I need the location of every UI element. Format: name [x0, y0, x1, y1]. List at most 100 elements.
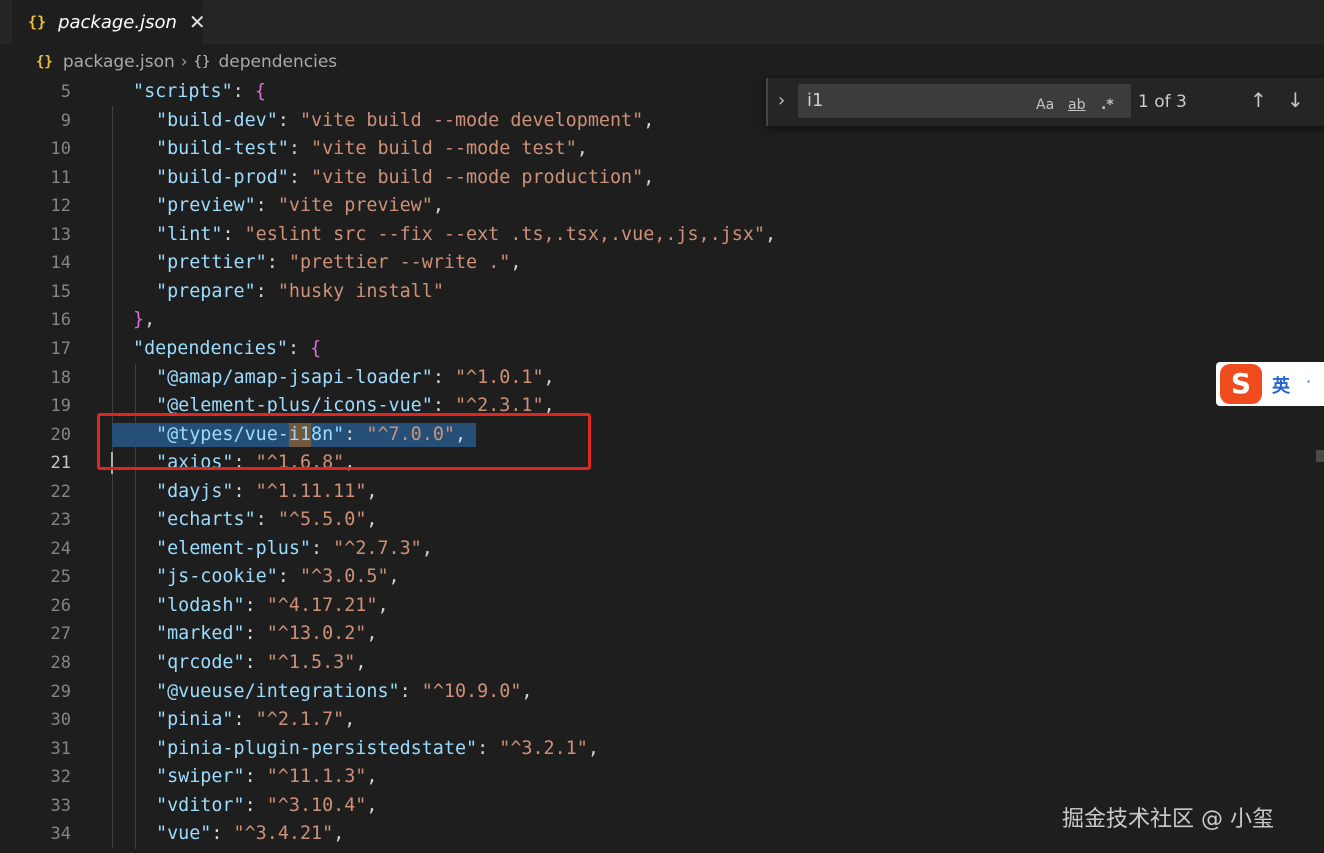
line-number: 21 [50, 453, 71, 474]
code-text: "prepare": "husky install" [156, 278, 444, 306]
watermark: 掘金技术社区 @ 小玺 [1062, 807, 1274, 832]
json-key: "js-cookie" [156, 566, 278, 588]
line-number: 12 [50, 196, 71, 217]
json-value: "^1.0.1" [454, 366, 544, 388]
json-file-icon: {} [36, 54, 53, 70]
punctuation: , [366, 623, 378, 645]
json-key: "vue" [156, 823, 212, 845]
json-value: "vite build --mode test" [311, 138, 577, 160]
line-number: 34 [50, 824, 71, 845]
code-line[interactable]: 22 "dayjs": "^1.11.11", [0, 478, 1324, 506]
json-key: "vditor" [156, 794, 245, 816]
line-number: 28 [50, 653, 71, 673]
close-icon[interactable]: ✕ [189, 10, 206, 34]
code-line[interactable]: 11 "build-prod": "vite build --mode produ… [0, 164, 1324, 192]
punctuation: , [355, 652, 367, 673]
punctuation: , [510, 252, 522, 274]
colon: : [255, 195, 278, 217]
colon: : [244, 652, 267, 673]
json-value: "eslint src --fix --ext .ts,.tsx,.vue,.j… [244, 223, 765, 245]
json-key: "scripts" [133, 81, 233, 102]
code-line[interactable]: 24 "element-plus": "^2.7.3", [0, 535, 1324, 563]
colon: : [244, 594, 267, 616]
breadcrumb-node[interactable]: dependencies [218, 52, 337, 72]
match-case-button[interactable]: Aa [1036, 97, 1054, 113]
next-match-icon[interactable]: ↓ [1287, 88, 1304, 112]
code-line[interactable]: 30 "pinia": "^2.1.7", [0, 706, 1324, 734]
code-line[interactable]: 12 "preview": "vite preview", [0, 192, 1324, 220]
code-line[interactable]: 32 "swiper": "^11.1.3", [0, 763, 1324, 791]
code-line[interactable]: 18 "@amap/amap-jsapi-loader": "^1.0.1", [0, 364, 1324, 392]
punctuation: , [377, 594, 389, 616]
json-key: "@amap/amap-jsapi-loader" [156, 366, 433, 388]
line-number: 13 [50, 224, 71, 245]
code-line[interactable]: 23 "echarts": "^5.5.0", [0, 506, 1324, 534]
code-editor[interactable]: 5 "scripts": {9 "build-dev": "vite build -… [0, 78, 1324, 853]
ime-language[interactable]: 英 [1272, 372, 1290, 398]
code-line[interactable]: 25 "js-cookie": "^3.0.5", [0, 563, 1324, 591]
json-key: "prettier" [156, 252, 267, 274]
colon: : [288, 138, 312, 160]
code-line[interactable]: 27 "marked": "^13.0.2", [0, 620, 1324, 648]
find-input[interactable]: i1 Aa ab .* [798, 84, 1131, 118]
json-key: "preview" [156, 195, 256, 217]
code-line[interactable]: 15 "prepare": "husky install" [0, 278, 1324, 306]
json-value: "husky install" [277, 280, 444, 302]
code-line[interactable]: 14 "prettier": "prettier --write .", [0, 249, 1324, 277]
punctuation: , [366, 794, 378, 816]
punctuation: , [643, 109, 655, 131]
code-line[interactable]: 29 "@vueuse/integrations": "^10.9.0", [0, 678, 1324, 706]
whole-word-button[interactable]: ab [1068, 97, 1085, 113]
colon: : [277, 566, 300, 588]
code-line[interactable]: 16}, [0, 306, 1324, 334]
line-number: 19 [50, 396, 71, 417]
code-text: "dayjs": "^1.11.11", [156, 478, 377, 506]
breadcrumb-file[interactable]: package.json [63, 52, 175, 72]
match-count: 1 of 3 [1138, 92, 1187, 112]
json-key: "marked" [156, 623, 245, 645]
colon: : [233, 709, 256, 731]
line-number: 10 [50, 139, 71, 160]
punctuation: , [643, 166, 655, 188]
code-text: "vditor": "^3.10.4", [156, 792, 377, 820]
toggle-replace-icon[interactable]: › [778, 90, 785, 111]
code-text: "vue": "^3.4.21", [156, 820, 344, 848]
line-number: 29 [50, 681, 71, 702]
code-text: "build-test": "vite build --mode test", [156, 135, 588, 163]
regex-button[interactable]: .* [1101, 97, 1114, 113]
tab-title: package.json [58, 11, 177, 33]
colon: : [311, 537, 334, 559]
code-text: "preview": "vite preview", [156, 192, 444, 220]
line-number: 5 [60, 82, 71, 102]
colon: : [288, 166, 312, 188]
colon: : [399, 680, 422, 702]
code-line[interactable]: 26 "lodash": "^4.17.21", [0, 592, 1324, 620]
punctuation: , [344, 709, 356, 731]
json-key: "lodash" [156, 594, 245, 616]
ime-toolbar[interactable]: S 英 · [1216, 362, 1324, 406]
punctuation: : { [232, 81, 266, 102]
punctuation: , [764, 223, 777, 245]
json-value: "^3.0.5" [299, 566, 389, 588]
ime-punctuation[interactable]: · [1306, 372, 1311, 391]
code-text: "qrcode": "^1.5.3", [156, 649, 366, 677]
code-line[interactable]: 17 "dependencies": { [0, 335, 1324, 363]
code-text: "build-prod": "vite build --mode product… [156, 164, 654, 192]
json-key: "dependencies" [133, 337, 289, 359]
tab-package-json[interactable]: {} package.json ✕ [12, 0, 206, 44]
code-line[interactable]: 31 "pinia-plugin-persistedstate": "^3.2.1… [0, 735, 1324, 763]
line-number: 11 [50, 167, 71, 188]
code-line[interactable]: 10 "build-test": "vite build --mode test"… [0, 135, 1324, 163]
line-number: 23 [50, 510, 71, 531]
code-text: "prettier": "prettier --write .", [156, 249, 521, 277]
line-number: 20 [50, 424, 71, 445]
code-text: "scripts": { [133, 78, 266, 106]
line-number: 25 [50, 567, 71, 588]
colon: : [211, 823, 234, 845]
object-icon: {} [193, 54, 211, 70]
code-line[interactable]: 13 "lint": "eslint src --fix --ext .ts,.t… [0, 221, 1324, 249]
code-text: "pinia-plugin-persistedstate": "^3.2.1", [156, 735, 599, 763]
code-line[interactable]: 28 "qrcode": "^1.5.3", [0, 649, 1324, 677]
json-key: "qrcode" [156, 652, 245, 673]
previous-match-icon[interactable]: ↑ [1250, 88, 1267, 112]
